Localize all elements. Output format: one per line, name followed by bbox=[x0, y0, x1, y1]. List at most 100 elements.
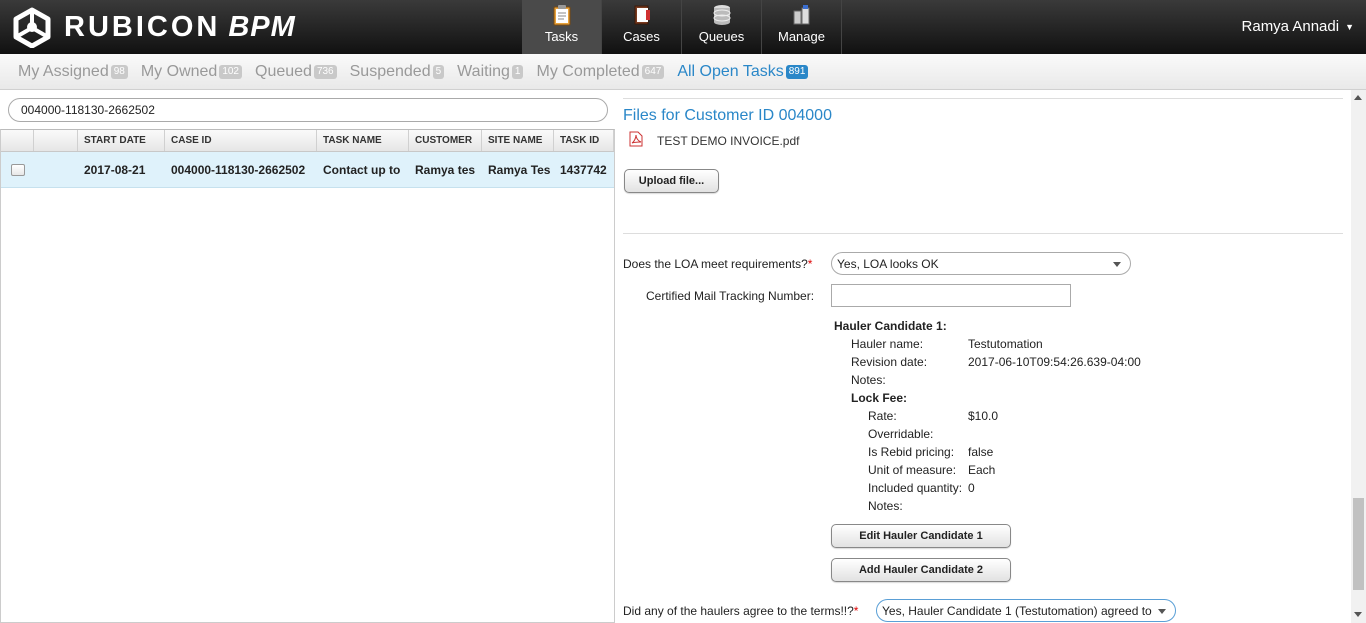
filter-label: My Owned bbox=[140, 62, 218, 80]
rate-label: Rate: bbox=[868, 409, 897, 423]
task-detail-panel: Files for Customer ID 004000 TEST DEMO I… bbox=[615, 90, 1351, 623]
filter-my-assigned[interactable]: My Assigned 98 bbox=[18, 63, 128, 81]
required-mark: * bbox=[853, 604, 859, 618]
rebid-value: false bbox=[968, 445, 994, 459]
count-badge: 102 bbox=[219, 64, 242, 79]
filter-label: My Completed bbox=[536, 62, 640, 80]
search-input[interactable] bbox=[8, 98, 608, 122]
overridable-label: Overridable: bbox=[868, 427, 934, 441]
agree-label-text: Did any of the haulers agree to the term… bbox=[623, 604, 854, 618]
nav-tab-cases[interactable]: Cases bbox=[602, 0, 682, 54]
filter-my-owned[interactable]: My Owned 102 bbox=[141, 63, 242, 81]
user-menu[interactable]: Ramya Annadi ▼ bbox=[1242, 18, 1354, 35]
count-badge: 5 bbox=[432, 64, 445, 79]
divider bbox=[623, 233, 1343, 234]
task-grid: START DATE CASE ID TASK NAME CUSTOMER SI… bbox=[0, 129, 615, 623]
user-name: Ramya Annadi bbox=[1241, 18, 1340, 35]
unit-of-measure-value: Each bbox=[968, 463, 996, 477]
filter-all-open-tasks[interactable]: All Open Tasks 891 bbox=[677, 62, 809, 81]
count-badge: 1 bbox=[511, 64, 524, 79]
column-header-select[interactable] bbox=[1, 130, 34, 151]
table-row[interactable]: 2017-08-21 004000-118130-2662502 Contact… bbox=[1, 152, 614, 188]
required-mark: * bbox=[807, 257, 813, 271]
agree-select-value: Yes, Hauler Candidate 1 (Testutomation) … bbox=[882, 604, 1152, 618]
included-quantity-value: 0 bbox=[968, 481, 975, 495]
unit-of-measure-label: Unit of measure: bbox=[868, 463, 957, 477]
nav-tab-label: Cases bbox=[623, 29, 660, 44]
nav-tab-manage[interactable]: Manage bbox=[762, 0, 842, 54]
rate-value: $10.0 bbox=[968, 409, 999, 423]
logo-suffix: BPM bbox=[228, 10, 296, 43]
filter-queued[interactable]: Queued 736 bbox=[255, 63, 337, 81]
nav-tab-label: Tasks bbox=[544, 29, 579, 44]
column-header-task-name[interactable]: TASK NAME bbox=[317, 130, 409, 151]
loa-select-value: Yes, LOA looks OK bbox=[837, 257, 939, 271]
filter-label: Queued bbox=[255, 62, 312, 80]
edit-hauler-candidate-button[interactable]: Edit Hauler Candidate 1 bbox=[831, 524, 1011, 548]
agree-label: Did any of the haulers agree to the term… bbox=[623, 604, 858, 618]
count-badge: 98 bbox=[110, 64, 128, 79]
column-header-start-date[interactable]: START DATE bbox=[78, 130, 165, 151]
column-header-task-id[interactable]: TASK ID bbox=[554, 130, 614, 151]
chevron-down-icon: ▼ bbox=[1345, 22, 1354, 33]
nav-tab-label: Queues bbox=[698, 29, 745, 44]
scroll-up-icon[interactable] bbox=[1354, 95, 1362, 100]
cell-start-date: 2017-08-21 bbox=[84, 162, 146, 177]
dropdown-arrow-icon bbox=[1113, 262, 1121, 267]
grid-header: START DATE CASE ID TASK NAME CUSTOMER SI… bbox=[1, 130, 614, 152]
included-quantity-label: Included quantity: bbox=[868, 481, 963, 495]
column-header-customer[interactable]: CUSTOMER bbox=[409, 130, 482, 151]
task-filter-bar: My Assigned 98 My Owned 102 Queued 736 Susp… bbox=[0, 54, 1366, 90]
notes-label: Notes: bbox=[851, 373, 886, 387]
hauler-name-label: Hauler name: bbox=[851, 337, 924, 351]
database-icon bbox=[713, 5, 730, 25]
count-badge: 736 bbox=[313, 64, 337, 79]
cell-site-name: Ramya Tes bbox=[488, 162, 551, 177]
filter-my-completed[interactable]: My Completed 647 bbox=[536, 62, 665, 81]
cell-customer: Ramya tes bbox=[415, 162, 476, 177]
page-scrollbar[interactable] bbox=[1351, 90, 1366, 623]
logo-word: RUBICON bbox=[64, 10, 221, 43]
nav-tab-queues[interactable]: Queues bbox=[682, 0, 762, 54]
tracking-number-input[interactable] bbox=[831, 284, 1071, 307]
file-link[interactable]: TEST DEMO INVOICE.pdf bbox=[657, 134, 799, 148]
pdf-file-icon bbox=[629, 131, 643, 147]
scrollbar-thumb[interactable] bbox=[1353, 498, 1364, 590]
filter-label: Suspended bbox=[349, 62, 431, 80]
manage-icon bbox=[793, 5, 809, 25]
count-badge: 647 bbox=[641, 64, 665, 79]
divider bbox=[623, 98, 1343, 99]
top-bar: RUBICON BPM Tasks Cases Queues Manage Ra… bbox=[0, 0, 1366, 54]
files-title: Files for Customer ID 004000 bbox=[623, 107, 832, 124]
agree-select[interactable]: Yes, Hauler Candidate 1 (Testutomation) … bbox=[876, 599, 1176, 622]
upload-file-button[interactable]: Upload file... bbox=[624, 169, 719, 193]
nav-tab-label: Manage bbox=[778, 29, 825, 44]
app-logo[interactable]: RUBICON BPM bbox=[10, 7, 296, 48]
lock-fee-heading: Lock Fee: bbox=[851, 391, 908, 405]
scroll-down-icon[interactable] bbox=[1354, 612, 1362, 617]
clipboard-icon bbox=[553, 5, 570, 26]
tracking-label: Certified Mail Tracking Number: bbox=[646, 289, 815, 303]
binder-icon bbox=[634, 5, 650, 25]
filter-suspended[interactable]: Suspended 5 bbox=[350, 63, 445, 81]
cell-case-id: 004000-118130-2662502 bbox=[171, 162, 306, 177]
filter-waiting[interactable]: Waiting 1 bbox=[457, 62, 524, 81]
filter-label: All Open Tasks bbox=[677, 62, 784, 80]
cell-task-name: Contact up to bbox=[323, 162, 401, 177]
column-header-flag[interactable] bbox=[34, 130, 78, 151]
row-checkbox[interactable] bbox=[11, 163, 25, 176]
column-header-case-id[interactable]: CASE ID bbox=[165, 130, 317, 151]
nav-tab-tasks[interactable]: Tasks bbox=[522, 0, 602, 54]
loa-select[interactable]: Yes, LOA looks OK bbox=[831, 252, 1131, 275]
rubicon-logo-icon bbox=[13, 7, 51, 48]
add-hauler-candidate-button[interactable]: Add Hauler Candidate 2 bbox=[831, 558, 1011, 582]
column-header-site-name[interactable]: SITE NAME bbox=[482, 130, 554, 151]
hauler-name-value: Testutomation bbox=[968, 337, 1043, 351]
loa-label: Does the LOA meet requirements?* bbox=[623, 257, 812, 271]
hauler-heading: Hauler Candidate 1: bbox=[834, 319, 947, 333]
main-nav: Tasks Cases Queues Manage bbox=[522, 0, 842, 54]
filter-label: Waiting bbox=[457, 62, 510, 80]
revision-date-label: Revision date: bbox=[851, 355, 928, 369]
rebid-label: Is Rebid pricing: bbox=[868, 445, 955, 459]
lock-fee-notes-label: Notes: bbox=[868, 499, 903, 513]
